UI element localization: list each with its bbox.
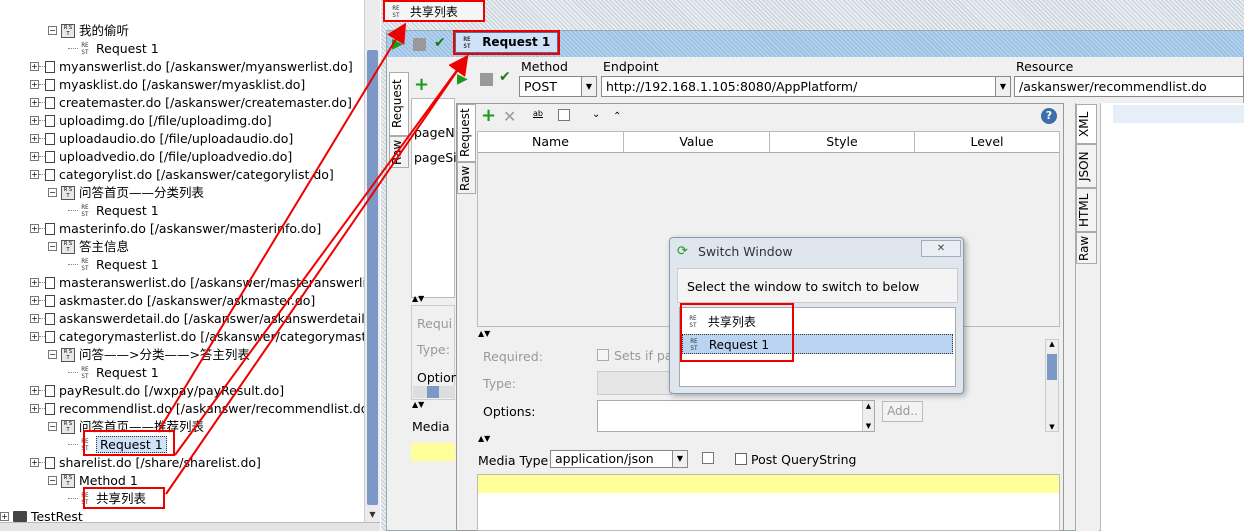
annotation-arrows <box>157 22 469 495</box>
arrow-to-request-tab-b <box>165 54 469 495</box>
arrow-to-request-tab-a <box>174 54 469 456</box>
arrow-to-top-tab <box>157 22 407 433</box>
